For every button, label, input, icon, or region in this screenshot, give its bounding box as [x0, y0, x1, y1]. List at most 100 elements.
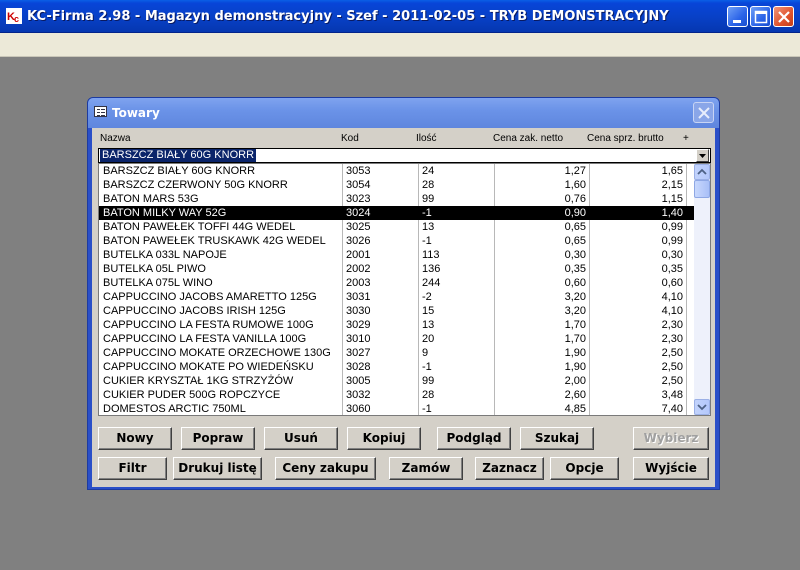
purchase-price-cell: 0,35: [564, 263, 586, 275]
scroll-up-button[interactable]: [694, 164, 710, 180]
scroll-down-button[interactable]: [694, 399, 710, 415]
table-row[interactable]: BATON MARS 53G 3023 99 0,76 1,15: [99, 192, 696, 206]
delete-button[interactable]: Usuń: [264, 427, 338, 450]
quantity-cell: 13: [422, 221, 435, 233]
vertical-scrollbar[interactable]: [694, 164, 710, 415]
product-name-cell: CAPPUCCINO JACOBS IRISH 125G: [103, 305, 286, 317]
exit-button[interactable]: Wyjście: [633, 457, 709, 480]
table-row[interactable]: BATON PAWEŁEK TRUSKAWK 42G WEDEL 3026 -1 0,…: [99, 234, 696, 248]
table-row[interactable]: CUKIER PUDER 500G ROPCZYCE 3032 28 2,60 3,48: [99, 388, 696, 402]
copy-button[interactable]: Kopiuj: [347, 427, 421, 450]
column-header-plus[interactable]: +: [683, 133, 689, 144]
table-row[interactable]: CAPPUCCINO MOKATE PO WIEDEŃSKU 3028 -1 1,90…: [99, 360, 696, 374]
preview-button[interactable]: Podgląd: [437, 427, 511, 450]
minimize-button[interactable]: [727, 6, 748, 27]
sale-price-cell: 0,99: [661, 235, 683, 247]
column-header-nazwa[interactable]: Nazwa: [100, 133, 131, 144]
minimize-icon: [733, 20, 741, 23]
mark-button[interactable]: Zaznacz: [475, 457, 544, 480]
product-code-cell: 3027: [346, 347, 371, 359]
dialog-close-button[interactable]: [693, 102, 714, 123]
table-row[interactable]: BUTELKA 033L NAPOJE 2001 113 0,30 0,30: [99, 248, 696, 262]
select-button[interactable]: Wybierz: [633, 427, 709, 450]
options-button[interactable]: Opcje: [550, 457, 619, 480]
product-name-cell: CAPPUCCINO LA FESTA RUMOWE 100G: [103, 319, 314, 331]
table-row[interactable]: CAPPUCCINO JACOBS IRISH 125G 3030 15 3,20 4,…: [99, 304, 696, 318]
product-code-cell: 3031: [346, 291, 371, 303]
quantity-cell: 136: [422, 263, 441, 275]
menu-bar[interactable]: [0, 33, 800, 57]
table-row[interactable]: CAPPUCCINO MOKATE ORZECHOWE 130G 3027 9 1,9…: [99, 346, 696, 360]
scroll-thumb[interactable]: [694, 180, 710, 198]
quantity-cell: -1: [422, 207, 432, 219]
table-row[interactable]: CAPPUCCINO LA FESTA VANILLA 100G 3010 20 1,…: [99, 332, 696, 346]
list-icon: [94, 106, 107, 117]
table-row[interactable]: CAPPUCCINO LA FESTA RUMOWE 100G 3029 13 1,7…: [99, 318, 696, 332]
column-header-ilosc[interactable]: Ilość: [416, 133, 437, 144]
chevron-up-icon: [697, 168, 707, 175]
close-button[interactable]: [773, 6, 794, 27]
main-titlebar[interactable]: K c KC-Firma 2.98 - Magazyn demonstracyj…: [0, 0, 800, 33]
edit-button[interactable]: Popraw: [181, 427, 255, 450]
product-code-cell: 3024: [346, 207, 371, 219]
sale-price-cell: 0,60: [661, 277, 683, 289]
svg-text:c: c: [14, 14, 19, 24]
new-button[interactable]: Nowy: [98, 427, 172, 450]
purchase-price-cell: 1,60: [564, 179, 586, 191]
product-name-cell: BARSZCZ CZERWONY 50G KNORR: [103, 179, 288, 191]
sale-price-cell: 0,30: [661, 249, 683, 261]
table-row[interactable]: BATON MILKY WAY 52G 3024 -1 0,90 1,40: [99, 206, 696, 220]
table-row[interactable]: BARSZCZ BIAŁY 60G KNORR 3053 24 1,27 1,65: [99, 164, 696, 178]
purchase-price-cell: 0,60: [564, 277, 586, 289]
product-code-cell: 3032: [346, 389, 371, 401]
purchase-price-cell: 0,65: [564, 235, 586, 247]
print-list-button[interactable]: Drukuj listę: [173, 457, 262, 480]
product-name-cell: DOMESTOS ARCTIC 750ML: [103, 403, 246, 415]
table-row[interactable]: DOMESTOS ARCTIC 750ML 3060 -1 4,85 7,40: [99, 402, 696, 415]
purchase-price-cell: 2,60: [564, 389, 586, 401]
product-name-cell: CUKIER PUDER 500G ROPCZYCE: [103, 389, 281, 401]
table-row[interactable]: CAPPUCCINO JACOBS AMARETTO 125G 3031 -2 3,2…: [99, 290, 696, 304]
sale-price-cell: 2,15: [661, 179, 683, 191]
sale-price-cell: 1,40: [661, 207, 683, 219]
window-title: KC-Firma 2.98 - Magazyn demonstracyjny -…: [27, 9, 669, 24]
sale-price-cell: 1,15: [661, 193, 683, 205]
product-name-cell: CAPPUCCINO JACOBS AMARETTO 125G: [103, 291, 317, 303]
order-button[interactable]: Zamów: [389, 457, 463, 480]
filter-button[interactable]: Filtr: [98, 457, 167, 480]
purchase-price-cell: 3,20: [564, 291, 586, 303]
table-row[interactable]: BUTELKA 05L PIWO 2002 136 0,35 0,35: [99, 262, 696, 276]
product-code-cell: 3026: [346, 235, 371, 247]
table-row[interactable]: CUKIER KRYSZTAŁ 1KG STRZYŻÓW 3005 99 2,00 2,…: [99, 374, 696, 388]
product-code-cell: 3023: [346, 193, 371, 205]
purchase-prices-button[interactable]: Ceny zakupu: [275, 457, 376, 480]
chevron-down-icon: [699, 154, 706, 158]
table-row[interactable]: BATON PAWEŁEK TOFFI 44G WEDEL 3025 13 0,65 0…: [99, 220, 696, 234]
purchase-price-cell: 0,30: [564, 249, 586, 261]
search-input[interactable]: BARSZCZ BIAŁY 60G KNORR: [100, 149, 257, 162]
product-name-cell: BATON MILKY WAY 52G: [103, 207, 227, 219]
column-header-kod[interactable]: Kod: [341, 133, 359, 144]
search-combo[interactable]: BARSZCZ BIAŁY 60G KNORR: [98, 148, 711, 163]
product-code-cell: 2003: [346, 277, 371, 289]
quantity-cell: 28: [422, 389, 435, 401]
sale-price-cell: 2,50: [661, 375, 683, 387]
dialog-title: Towary: [112, 106, 160, 120]
sale-price-cell: 2,50: [661, 361, 683, 373]
products-table[interactable]: BARSZCZ BIAŁY 60G KNORR 3053 24 1,27 1,65 BAR…: [98, 163, 711, 416]
sale-price-cell: 2,50: [661, 347, 683, 359]
column-header-cena-zak[interactable]: Cena zak. netto: [493, 133, 563, 144]
maximize-button[interactable]: [750, 6, 771, 27]
column-header-cena-spr[interactable]: Cena sprz. brutto: [587, 133, 664, 144]
purchase-price-cell: 1,90: [564, 347, 586, 359]
table-row[interactable]: BUTELKA 075L WINO 2003 244 0,60 0,60: [99, 276, 696, 290]
quantity-cell: 28: [422, 179, 435, 191]
search-button[interactable]: Szukaj: [520, 427, 594, 450]
dialog-titlebar[interactable]: Towary: [88, 98, 719, 128]
combo-dropdown-button[interactable]: [696, 149, 709, 162]
table-row[interactable]: BARSZCZ CZERWONY 50G KNORR 3054 28 1,60 2,15: [99, 178, 696, 192]
sale-price-cell: 7,40: [661, 403, 683, 415]
product-name-cell: CAPPUCCINO LA FESTA VANILLA 100G: [103, 333, 307, 345]
app-icon: K c: [6, 8, 22, 24]
product-code-cell: 3060: [346, 403, 371, 415]
